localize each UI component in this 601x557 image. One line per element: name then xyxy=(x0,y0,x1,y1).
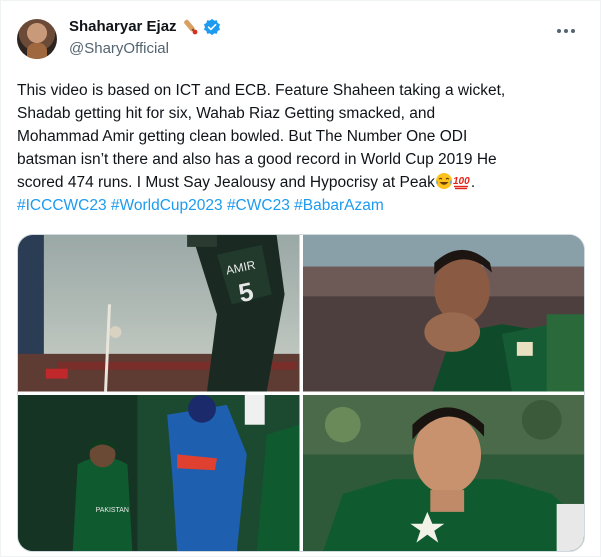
media-grid: AMIR 5 PAKISTAN xyxy=(17,234,585,552)
verified-badge-icon xyxy=(203,18,221,36)
amir-bowled-image[interactable]: AMIR 5 xyxy=(18,235,300,392)
handle[interactable]: @SharyOfficial xyxy=(69,39,221,59)
hashtag-link[interactable]: #CWC23 xyxy=(227,197,290,214)
jersey-text: PAKISTAN xyxy=(96,506,129,513)
tweet-line: Shadab getting hit for six, Wahab Riaz G… xyxy=(17,105,436,122)
display-name-row[interactable]: Shaharyar Ejaz xyxy=(69,17,221,37)
tweet-header: Shaharyar Ejaz @SharyOfficial xyxy=(17,15,584,63)
tweet-line: Mohammad Amir getting clean bowled. But … xyxy=(17,128,468,145)
tweet-line-last: scored 474 runs. I Must Say Jealousy and… xyxy=(17,171,587,194)
hashtags: #ICCCWC23 #WorldCup2023 #CWC23 #BabarAza… xyxy=(17,194,587,217)
author-names: Shaharyar Ejaz @SharyOfficial xyxy=(69,17,221,59)
wahab-riaz-image[interactable] xyxy=(302,235,584,392)
avatar[interactable] xyxy=(17,19,57,59)
svg-text:100: 100 xyxy=(453,176,470,187)
tweet-text: This video is based on ICT and ECB. Feat… xyxy=(17,79,587,217)
tweet-last-end: . xyxy=(470,174,476,191)
tweet-line: batsman isn’t there and also has a good … xyxy=(17,151,497,168)
tweet-last-text: scored 474 runs. I Must Say Jealousy and… xyxy=(17,174,435,191)
tweet-card[interactable]: Shaharyar Ejaz @SharyOfficial This video… xyxy=(0,0,601,557)
hundred-points-icon: 100 xyxy=(453,172,471,190)
hashtag-link[interactable]: #WorldCup2023 xyxy=(111,197,223,214)
hashtag-link[interactable]: #BabarAzam xyxy=(294,197,384,214)
more-options-icon[interactable] xyxy=(554,21,578,41)
tweet-line: This video is based on ICT and ECB. Feat… xyxy=(17,82,506,99)
display-name[interactable]: Shaharyar Ejaz xyxy=(69,17,177,37)
face-with-tears-of-joy-icon xyxy=(435,172,453,190)
cricket-bat-icon xyxy=(181,18,199,36)
hashtag-link[interactable]: #ICCCWC23 xyxy=(17,197,107,214)
shaheen-wicket-image[interactable] xyxy=(302,394,584,551)
shadab-hit-for-six-image[interactable]: PAKISTAN xyxy=(18,394,300,551)
